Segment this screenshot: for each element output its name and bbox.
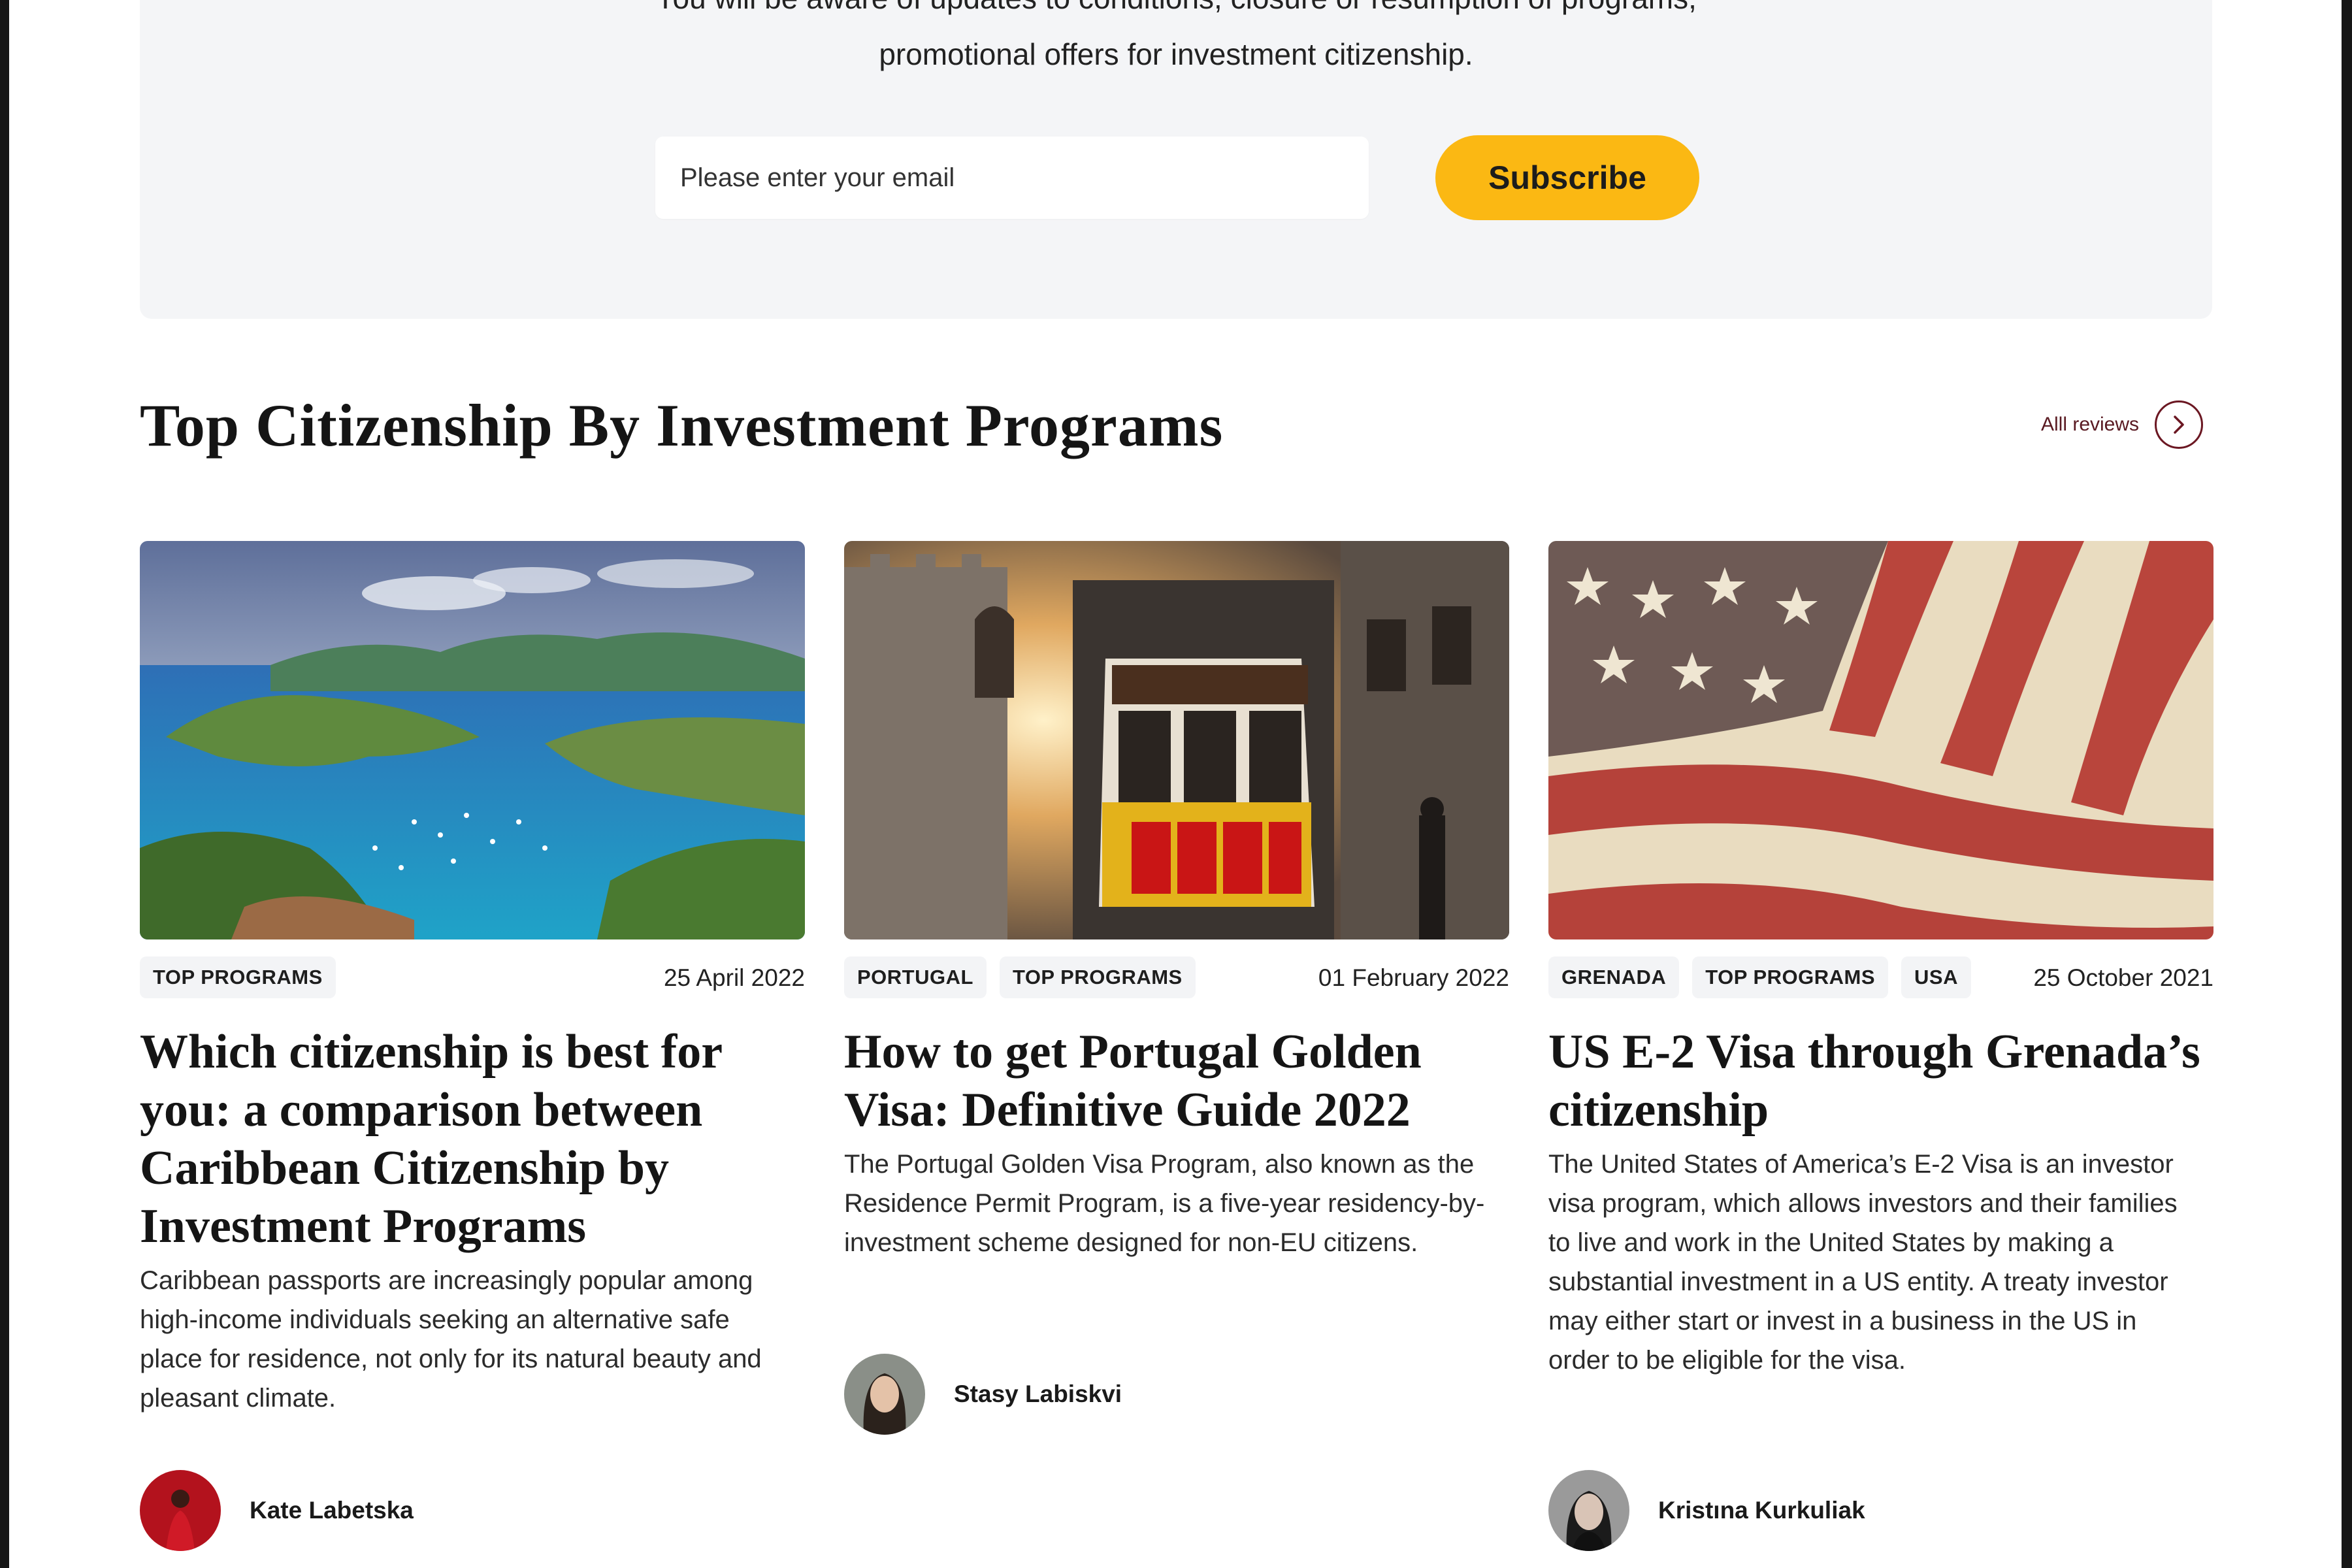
article-card[interactable]: TOP PROGRAMS 25 April 2022 Which citizen… [140,541,805,1568]
article-excerpt: The United States of America’s E-2 Visa … [1548,1150,2178,1375]
newsletter-panel: You will be aware of updates to conditio… [140,0,2212,319]
article-card[interactable]: GRENADA TOP PROGRAMS USA 25 October 2021… [1548,541,2213,1568]
left-window-edge [0,0,9,1568]
newsletter-text-line-2: promotional offers for investment citize… [879,37,1473,71]
newsletter-text-line-1: You will be aware of updates to conditio… [140,0,2212,16]
card-image-caribbean-bay[interactable] [140,541,805,939]
article-title[interactable]: Which citizenship is best for you: a com… [140,1023,805,1256]
article-excerpt: The Portugal Golden Visa Program, also k… [844,1150,1485,1257]
chevron-right-icon[interactable] [2155,400,2204,449]
article-title[interactable]: How to get Portugal Golden Visa: Definit… [844,1023,1509,1139]
tag-grenada[interactable]: GRENADA [1548,956,1680,998]
author-name: Kate Labetska [250,1497,414,1524]
article-card[interactable]: PORTUGAL TOP PROGRAMS 01 February 2022 H… [844,541,1509,1568]
article-excerpt: Caribbean passports are increasingly pop… [140,1266,762,1413]
avatar [844,1354,925,1435]
publish-date: 25 April 2022 [663,964,805,991]
card-image-us-flag[interactable] [1548,541,2213,939]
tag-list: TOP PROGRAMS [140,956,336,998]
right-window-edge [2342,0,2352,1568]
tag-top-programs[interactable]: TOP PROGRAMS [1692,956,1889,998]
avatar [1548,1470,1629,1551]
tag-list: GRENADA TOP PROGRAMS USA [1548,956,1971,998]
all-reviews-link[interactable]: Alll reviews [2041,399,2204,451]
avatar [140,1470,221,1551]
subscribe-button[interactable]: Subscribe [1435,135,1699,220]
email-field-container [655,137,1369,219]
publish-date: 25 October 2021 [2033,964,2213,991]
all-reviews-label: Alll reviews [2041,414,2140,435]
tag-list: PORTUGAL TOP PROGRAMS [844,956,1196,998]
section-title: Top Citizenship By Investment Programs [140,392,1224,459]
author[interactable]: Kate Labetska [140,1470,414,1551]
tag-usa[interactable]: USA [1901,956,1971,998]
author-name: Stasy Labiskvi [954,1380,1122,1407]
card-meta: TOP PROGRAMS 25 April 2022 [140,956,805,1002]
author[interactable]: Stasy Labiskvi [844,1354,1122,1435]
tag-top-programs[interactable]: TOP PROGRAMS [140,956,336,998]
publish-date: 01 February 2022 [1318,964,1509,991]
email-input[interactable] [655,137,1369,219]
tag-portugal[interactable]: PORTUGAL [844,956,987,998]
card-meta: PORTUGAL TOP PROGRAMS 01 February 2022 [844,956,1509,1002]
author[interactable]: Kristına Kurkuliak [1548,1470,1865,1551]
tag-top-programs[interactable]: TOP PROGRAMS [999,956,1196,998]
card-meta: GRENADA TOP PROGRAMS USA 25 October 2021 [1548,956,2213,1002]
author-name: Kristına Kurkuliak [1658,1497,1865,1524]
article-title[interactable]: US E-2 Visa through Grenada’s citizenshi… [1548,1023,2213,1139]
card-image-lisbon-tram[interactable] [844,541,1509,939]
